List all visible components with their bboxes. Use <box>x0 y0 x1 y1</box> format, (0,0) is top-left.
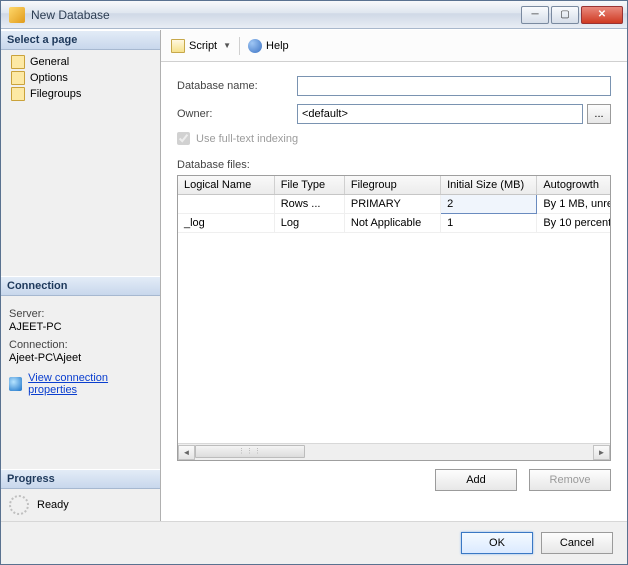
dbname-label: Database name: <box>177 80 297 92</box>
select-page-header: Select a page <box>1 30 160 50</box>
cell-isize[interactable]: 1 <box>441 214 537 233</box>
owner-input[interactable] <box>297 104 583 124</box>
page-icon <box>11 71 25 85</box>
dbfiles-label: Database files: <box>177 159 611 171</box>
script-button[interactable]: Script ▼ <box>171 39 231 53</box>
cell-ftype[interactable]: Log <box>274 214 344 233</box>
progress-body: Ready <box>1 489 160 521</box>
connection-value: Ajeet-PC\Ajeet <box>9 352 152 364</box>
title-bar: New Database ─ ▢ ✕ <box>1 1 627 29</box>
cell-ftype[interactable]: Rows ... <box>274 195 344 214</box>
add-button[interactable]: Add <box>435 469 517 491</box>
col-logical-name[interactable]: Logical Name <box>178 176 274 195</box>
dialog-body: Select a page General Options Filegroups… <box>1 29 627 521</box>
table-row[interactable]: Rows ... PRIMARY 2 By 1 MB, unrestricted… <box>178 195 611 214</box>
col-file-type[interactable]: File Type <box>274 176 344 195</box>
connection-icon <box>9 377 22 391</box>
right-pane: Script ▼ Help Database name: Owner: ... <box>161 30 627 521</box>
table-row[interactable]: _log Log Not Applicable 1 By 10 percent,… <box>178 214 611 233</box>
ok-button[interactable]: OK <box>461 532 533 554</box>
cell-fgroup[interactable]: Not Applicable <box>344 214 440 233</box>
progress-spinner-icon <box>9 495 29 515</box>
help-icon <box>248 39 262 53</box>
grid-button-bar: Add Remove <box>161 461 627 495</box>
page-list: General Options Filegroups <box>1 50 160 114</box>
chevron-down-icon: ▼ <box>223 41 231 50</box>
fulltext-label: Use full-text indexing <box>196 133 298 145</box>
cell-isize[interactable]: 2 <box>441 195 537 214</box>
fulltext-checkbox <box>177 132 190 145</box>
page-item-filegroups[interactable]: Filegroups <box>7 86 160 102</box>
scroll-thumb[interactable]: ⋮⋮⋮ <box>195 445 305 458</box>
cell-fgroup[interactable]: PRIMARY <box>344 195 440 214</box>
col-autogrowth[interactable]: Autogrowth <box>537 176 611 195</box>
progress-status: Ready <box>37 499 69 511</box>
col-initial-size[interactable]: Initial Size (MB) <box>441 176 537 195</box>
connection-body: Server: AJEET-PC Connection: Ajeet-PC\Aj… <box>1 296 160 470</box>
connection-label: Connection: <box>9 339 152 351</box>
view-connection-link[interactable]: View connection properties <box>28 372 152 396</box>
progress-header: Progress <box>1 469 160 489</box>
cell-autog[interactable]: By 10 percent, unrestricted growth <box>537 214 611 233</box>
cell-autog[interactable]: By 1 MB, unrestricted growth <box>537 195 611 214</box>
dialog-window: New Database ─ ▢ ✕ Select a page General… <box>0 0 628 565</box>
page-item-general[interactable]: General <box>7 54 160 70</box>
page-icon <box>11 55 25 69</box>
remove-button: Remove <box>529 469 611 491</box>
db-icon <box>9 7 25 23</box>
scroll-track[interactable]: ⋮⋮⋮ <box>195 445 593 460</box>
dbname-input[interactable] <box>297 76 611 96</box>
server-value: AJEET-PC <box>9 321 152 333</box>
help-label: Help <box>266 40 289 52</box>
form-area: Database name: Owner: ... Use full-text … <box>161 62 627 461</box>
minimize-button[interactable]: ─ <box>521 6 549 24</box>
owner-label: Owner: <box>177 108 297 120</box>
help-button[interactable]: Help <box>248 39 289 53</box>
page-label: Options <box>30 72 68 84</box>
window-buttons: ─ ▢ ✕ <box>521 6 623 24</box>
connection-header: Connection <box>1 276 160 296</box>
cell-logical[interactable]: _log <box>178 214 274 233</box>
dbfiles-grid: Logical Name File Type Filegroup Initial… <box>177 175 611 461</box>
page-item-options[interactable]: Options <box>7 70 160 86</box>
grid-empty-area <box>178 233 610 443</box>
owner-browse-button[interactable]: ... <box>587 104 611 124</box>
left-pane: Select a page General Options Filegroups… <box>1 30 161 521</box>
script-icon <box>171 39 185 53</box>
window-title: New Database <box>31 8 521 22</box>
toolbar-separator <box>239 37 240 55</box>
script-label: Script <box>189 40 217 52</box>
col-filegroup[interactable]: Filegroup <box>344 176 440 195</box>
cell-logical[interactable] <box>178 195 274 214</box>
dialog-button-bar: OK Cancel <box>1 521 627 564</box>
scroll-right-icon[interactable]: ► <box>593 445 610 460</box>
horizontal-scrollbar[interactable]: ◄ ⋮⋮⋮ ► <box>178 443 610 460</box>
maximize-button[interactable]: ▢ <box>551 6 579 24</box>
page-label: Filegroups <box>30 88 81 100</box>
toolbar: Script ▼ Help <box>161 30 627 62</box>
page-icon <box>11 87 25 101</box>
server-label: Server: <box>9 308 152 320</box>
close-button[interactable]: ✕ <box>581 6 623 24</box>
cancel-button[interactable]: Cancel <box>541 532 613 554</box>
scroll-left-icon[interactable]: ◄ <box>178 445 195 460</box>
page-label: General <box>30 56 69 68</box>
